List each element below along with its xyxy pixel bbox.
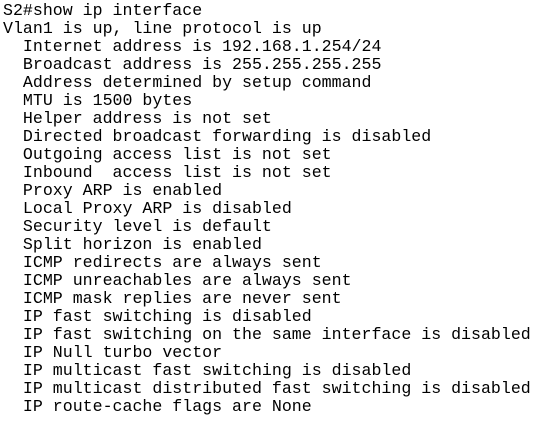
output-line: IP route-cache flags are None: [3, 397, 312, 416]
output-line: IP multicast distributed fast switching …: [3, 379, 531, 398]
output-line: Split horizon is enabled: [3, 235, 262, 254]
output-line: Broadcast address is 255.255.255.255: [3, 55, 382, 74]
output-line: Vlan1 is up, line protocol is up: [3, 19, 322, 38]
output-line: IP Null turbo vector: [3, 343, 223, 362]
output-line: Internet address is 192.168.1.254/24: [3, 37, 382, 56]
output-line: IP fast switching on the same interface …: [3, 325, 531, 344]
output-line: Helper address is not set: [3, 109, 272, 128]
command-line: S2#show ip interface: [3, 1, 203, 20]
output-line: Local Proxy ARP is disabled: [3, 199, 292, 218]
output-line: ICMP unreachables are always sent: [3, 271, 352, 290]
output-line: IP multicast fast switching is disabled: [3, 361, 412, 380]
output-line: Inbound access list is not set: [3, 163, 332, 182]
output-line: Security level is default: [3, 217, 272, 236]
output-line: Directed broadcast forwarding is disable…: [3, 127, 432, 146]
output-line: Outgoing access list is not set: [3, 145, 332, 164]
output-line: IP fast switching is disabled: [3, 307, 312, 326]
terminal-output: S2#show ip interface Vlan1 is up, line pr…: [3, 2, 531, 416]
output-line: Address determined by setup command: [3, 73, 372, 92]
output-line: ICMP mask replies are never sent: [3, 289, 342, 308]
output-line: MTU is 1500 bytes: [3, 91, 193, 110]
output-line: ICMP redirects are always sent: [3, 253, 322, 272]
output-line: Proxy ARP is enabled: [3, 181, 223, 200]
